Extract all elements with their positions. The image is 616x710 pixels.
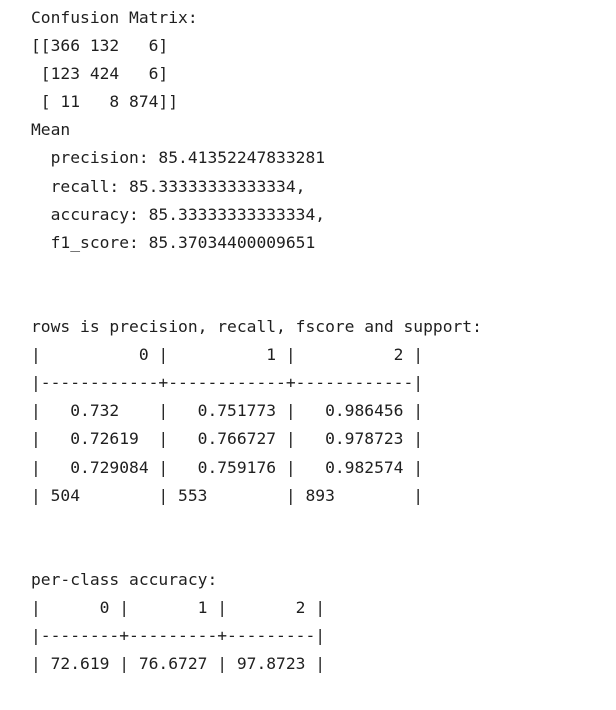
metrics-table-row: | 0.729084 | 0.759176 | 0.982574 |: [31, 457, 424, 477]
confusion-matrix-row: [[366 132 6]: [31, 36, 169, 56]
mean-accuracy: accuracy: 85.33333333333334,: [31, 204, 326, 224]
accuracy-table-row: | 72.619 | 76.6727 | 97.8723 |: [31, 654, 326, 674]
metrics-table-header-row: | 0 | 1 | 2 |: [31, 345, 424, 365]
accuracy-table-header-row: | 0 | 1 | 2 |: [31, 597, 326, 617]
cell-output: Confusion Matrix: [[366 132 6] [123 424 6…: [31, 4, 482, 678]
metrics-table-row: | 504 | 553 | 893 |: [31, 485, 424, 505]
mean-heading: Mean: [31, 120, 71, 140]
metrics-table-heading: rows is precision, recall, fscore and su…: [31, 317, 482, 337]
mean-precision: precision: 85.41352247833281: [31, 148, 326, 168]
confusion-matrix-row: [123 424 6]: [31, 64, 169, 84]
confusion-matrix-heading: Confusion Matrix:: [31, 8, 198, 27]
metrics-table-separator: |------------+------------+------------|: [31, 373, 424, 393]
confusion-matrix-row: [ 11 8 874]]: [31, 92, 179, 112]
mean-f1-score: f1_score: 85.37034400009651: [31, 232, 316, 252]
accuracy-table-separator: |--------+---------+---------|: [31, 626, 326, 646]
metrics-table-row: | 0.72619 | 0.766727 | 0.978723 |: [31, 429, 424, 449]
per-class-accuracy-heading: per-class accuracy:: [31, 569, 218, 589]
mean-recall: recall: 85.33333333333334,: [31, 176, 306, 196]
metrics-table-row: | 0.732 | 0.751773 | 0.986456 |: [31, 401, 424, 421]
